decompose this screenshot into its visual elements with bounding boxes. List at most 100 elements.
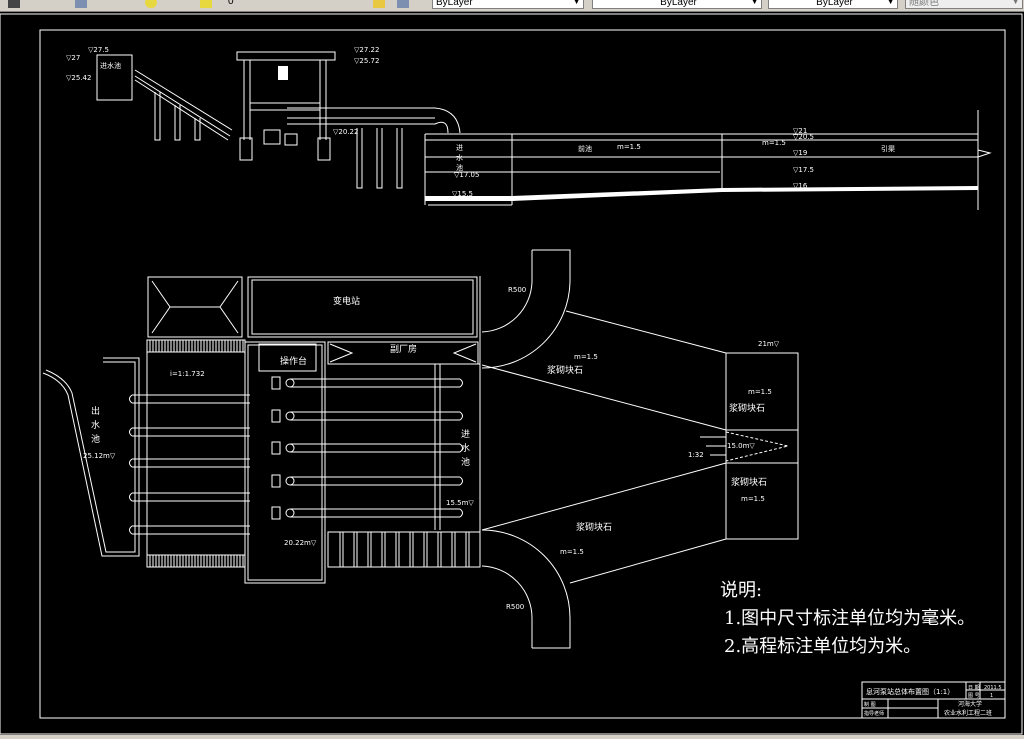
canal-profile — [424, 110, 992, 210]
outlet-pool-label: 水 — [91, 419, 100, 431]
pump-casing — [285, 411, 295, 421]
gate-slot — [423, 532, 428, 567]
plan-view: 变电站 操作台 副厂房 出 水 池 25.12m▽ i=1:1.732 进 水 … — [42, 249, 799, 649]
elevation-label: ▽27.22 — [354, 46, 379, 54]
notes-title: 说明: — [720, 580, 762, 601]
pump-pipes — [129, 376, 463, 535]
wing-walls — [481, 310, 727, 584]
drawing-title: 息河泵站总体布置图（1:1） — [866, 687, 954, 696]
outlet-pipe — [129, 525, 250, 535]
forebay-label: 前池 — [578, 144, 592, 153]
elevation-label: ▽17.05 — [454, 171, 479, 179]
suction-pipe — [290, 476, 463, 486]
material-label: 浆砌块石 — [576, 521, 612, 533]
status-bar — [0, 735, 1024, 739]
number-value: 1 — [990, 693, 993, 699]
make-current-icon[interactable] — [373, 0, 385, 8]
suction-pipe — [290, 508, 463, 518]
properties-toolbar: 0▼ ByLayer▼ ByLayer▼ ByLayer▼ 随颜色▼ — [0, 0, 1024, 12]
outlet-pool-label: 池 — [91, 433, 100, 445]
outlet-pool-label: 出 — [91, 405, 100, 417]
substation-box — [247, 276, 478, 338]
discharge-pipe — [287, 107, 461, 134]
elevation-label: ▽25.42 — [66, 74, 91, 82]
elevation-label: ▽20.22 — [333, 128, 358, 136]
pump-casing — [285, 508, 295, 518]
canal-label: 引渠 — [881, 144, 895, 153]
layer-state-icon[interactable] — [75, 0, 87, 8]
gate-slot — [339, 532, 344, 567]
number-label: 图 号 — [968, 693, 980, 699]
elevation-label: 15.0m▽ — [727, 442, 755, 450]
intake-pool-label: 池 — [461, 456, 470, 468]
bottom-curved-channel — [481, 529, 571, 649]
elevation-label: ▽27 — [66, 54, 80, 62]
intake-pool-label: 进 — [461, 429, 470, 440]
elevation-label: ▽27.5 — [88, 46, 109, 54]
foundation — [317, 137, 331, 161]
gate-slot — [451, 532, 456, 567]
pipe-piers — [356, 128, 403, 189]
sun-icon[interactable] — [200, 0, 212, 8]
ratio-label: 1:32 — [688, 451, 704, 459]
pump-unit — [271, 409, 281, 423]
pump-unit — [271, 506, 281, 520]
school-name: 河海大学 — [958, 700, 982, 708]
outlet-pipe — [129, 427, 250, 437]
elevation-label: 25.12m▽ — [83, 452, 116, 460]
pipe-piers — [154, 92, 201, 141]
lightbulb-icon[interactable] — [145, 0, 157, 8]
drawing-canvas[interactable]: ▽27.5 ▽27 ▽25.42 进水池 ▽27.22 ▽25.72 ▽20.2… — [0, 12, 1024, 735]
slope-label: m=1.5 — [762, 139, 786, 147]
lineweight-dropdown[interactable]: ByLayer ▼ — [768, 0, 898, 9]
plotstyle-dropdown[interactable]: 随颜色 ▼ — [905, 0, 1023, 9]
gate-slot — [381, 532, 386, 567]
suction-pipe — [290, 443, 463, 453]
date-label: 日 期 — [968, 685, 980, 691]
slope-label: m=1.5 — [741, 495, 765, 503]
title-block: 息河泵站总体布置图（1:1） 日 期 2011.5 图 号 1 制 图 指导老师… — [861, 681, 1006, 719]
layer-previous-icon[interactable] — [397, 0, 409, 8]
note-item: 1.图中尺寸标注单位均为毫米。 — [724, 608, 975, 629]
pump-unit — [271, 441, 281, 455]
intake-pool-label: 水 — [461, 442, 470, 454]
slope-label: m=1.5 — [560, 548, 584, 556]
elevation-label: ▽25.72 — [354, 57, 379, 65]
foundation — [239, 137, 253, 161]
pump-casing — [285, 378, 295, 388]
basin-label: 进水池 — [100, 61, 121, 70]
suction-pipe — [290, 378, 463, 388]
profile-section: ▽27.5 ▽27 ▽25.42 进水池 ▽27.22 ▽25.72 ▽20.2… — [66, 46, 992, 210]
material-label: 浆砌块石 — [729, 402, 765, 414]
slope-label: m=1.5 — [748, 388, 772, 396]
color-dropdown[interactable]: ByLayer ▼ — [432, 0, 584, 9]
pump-unit — [271, 474, 281, 488]
radius-label: R500 — [508, 286, 526, 294]
substation-label: 变电站 — [333, 295, 360, 307]
pump-casing — [285, 443, 295, 453]
penstock-pipe — [134, 69, 233, 141]
radius-label: R500 — [506, 603, 524, 611]
crane-beam — [236, 51, 336, 61]
canal-bed — [425, 186, 978, 201]
elevation-label: 20.22m▽ — [284, 539, 317, 547]
gate-slot — [437, 532, 442, 567]
layer-manager-icon[interactable] — [8, 0, 20, 8]
slope-label: m=1.5 — [617, 143, 641, 151]
elevation-label: ▽17.5 — [793, 166, 814, 174]
advisor-label: 指导老师 — [864, 710, 884, 717]
elevation-label: ▽15.5 — [452, 190, 473, 198]
gate-slot — [353, 532, 358, 567]
elevation-label: ▽20.5 — [793, 133, 814, 141]
top-curved-channel — [481, 249, 571, 369]
gate-slot — [367, 532, 372, 567]
notes: 说明: 1.图中尺寸标注单位均为毫米。 2.高程标注单位均为米。 — [720, 580, 975, 657]
linetype-dropdown[interactable]: ByLayer ▼ — [592, 0, 762, 9]
pump-unit — [271, 376, 281, 390]
drawn-by-label: 制 图 — [864, 701, 876, 708]
pump-casing — [285, 476, 295, 486]
intake-gates — [327, 531, 481, 568]
gate-slot — [395, 532, 400, 567]
material-label: 浆砌块石 — [731, 476, 767, 488]
console-label: 操作台 — [280, 355, 307, 367]
